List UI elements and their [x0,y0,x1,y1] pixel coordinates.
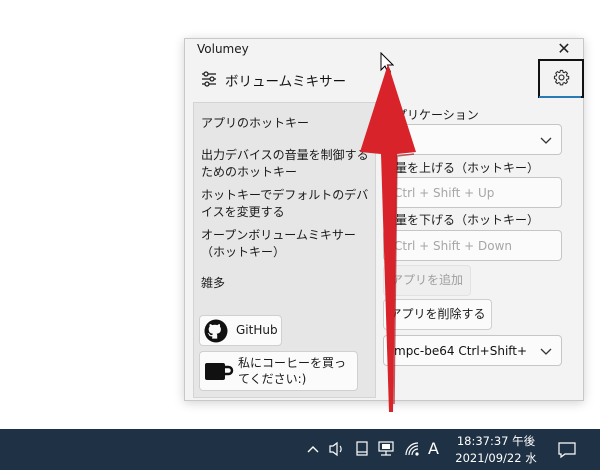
wifi-icon[interactable] [404,441,420,457]
ime-indicator[interactable]: A [428,439,439,458]
sidebar-item-device-hotkeys[interactable]: 出力デバイスの音量を制御するためのホットキー [201,147,371,181]
volume-down-label: 音量を下げる（ホットキー） [383,213,540,227]
sliders-icon [202,71,216,87]
github-icon [204,319,228,343]
gear-icon [553,69,570,86]
volume-up-hotkey-input[interactable] [383,177,562,208]
taskbar: A 18:37:37 午後 2021/09/22 水 [0,429,600,470]
application-label: アプリケーション [383,108,479,122]
close-button[interactable]: ✕ [553,39,575,59]
add-app-button[interactable]: アプリを追加 [383,265,471,296]
volume-down-hotkey-input[interactable] [383,230,562,261]
tablet-icon[interactable] [355,441,369,457]
taskbar-clock[interactable]: 18:37:37 午後 2021/09/22 水 [448,433,544,467]
app-hotkey-list-select[interactable]: mpc-be64 Ctrl+Shift+ [383,335,562,366]
notification-icon[interactable] [558,441,576,459]
volume-up-label: 音量を上げる（ホットキー） [383,161,540,175]
window-title: Volumey [197,42,249,56]
mixer-title: ボリュームミキサー [225,74,347,90]
chevron-down-icon [540,348,552,355]
buy-coffee-label: 私にコーヒーを買ってください:) [238,356,347,386]
settings-button[interactable] [538,59,584,98]
speaker-icon[interactable] [328,441,346,457]
clock-time: 18:37:37 午後 [456,434,536,448]
clock-date: 2021/09/22 水 [455,451,537,465]
chevron-up-icon[interactable] [306,444,320,454]
mouse-pointer-icon [380,52,394,74]
volumey-window: Volumey ✕ ボリュームミキサー アプリのホットキー 出力デバイスの音量を… [184,38,584,401]
chevron-down-icon [540,137,552,144]
sidebar-item-app-hotkeys[interactable]: アプリのホットキー [201,115,371,132]
application-select[interactable] [383,124,562,155]
network-icon[interactable] [377,441,395,457]
github-label: GitHub [236,323,278,337]
remove-app-button[interactable]: アプリを削除する [383,299,492,330]
sidebar-item-misc[interactable]: 雑多 [201,275,225,292]
coffee-cup-icon [205,363,234,380]
sidebar-item-open-mixer[interactable]: オープンボリュームミキサー（ホットキー） [201,227,371,261]
settings-active-indicator [539,96,581,98]
sidebar-item-default-device[interactable]: ホットキーでデフォルトのデバイスを変更する [201,187,371,221]
github-button[interactable]: GitHub [199,315,282,346]
settings-sidebar: アプリのホットキー 出力デバイスの音量を制御するためのホットキー ホットキーでデ… [193,102,376,398]
buy-coffee-button[interactable]: 私にコーヒーを買ってください:) [199,351,358,391]
app-hotkey-list-value: mpc-be64 Ctrl+Shift+ [394,344,528,358]
